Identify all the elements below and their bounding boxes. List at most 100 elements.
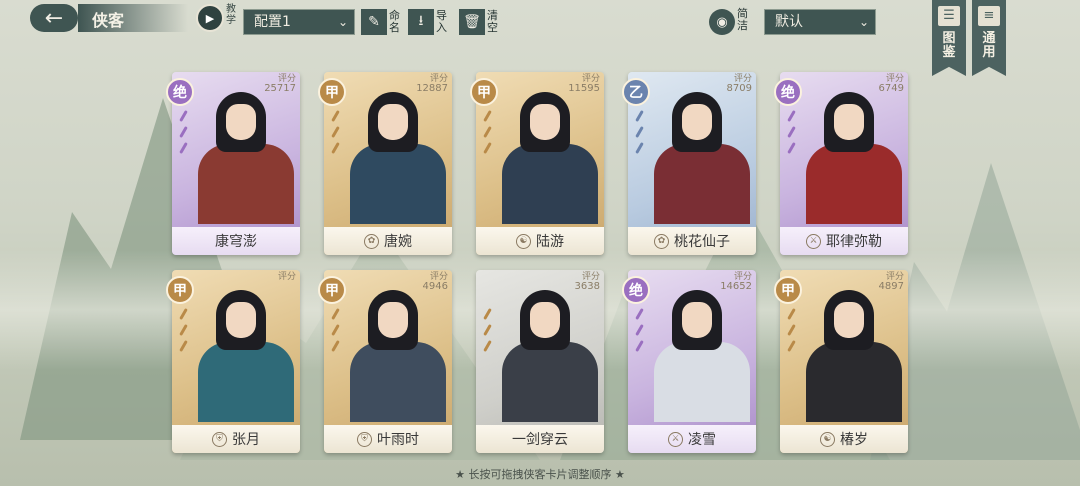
star-mark — [634, 110, 644, 122]
codex-button[interactable]: ☰ 图鉴 — [932, 0, 966, 76]
hero-card[interactable]: 评分 ⛨ 张月 甲 — [166, 270, 300, 453]
grade-badge: 绝 — [166, 78, 194, 106]
hero-card[interactable]: 评分 8709 ✿ 桃花仙子 乙 — [622, 72, 756, 255]
hero-portrait — [338, 280, 450, 422]
import-button[interactable]: ⭳ 导入 — [408, 9, 448, 35]
star-mark — [330, 126, 340, 138]
star-mark — [634, 142, 644, 154]
clear-label: 清空 — [487, 9, 498, 34]
hero-card[interactable]: 评分 6749 ⚔ 耶律弥勒 绝 — [774, 72, 908, 255]
star-marks — [632, 110, 646, 170]
back-button[interactable]: ← — [30, 4, 78, 32]
nameplate: ☯ 椿岁 — [780, 425, 908, 453]
star-marks — [176, 110, 190, 170]
hero-card[interactable]: 评分 4897 ☯ 椿岁 甲 — [774, 270, 908, 453]
trash-icon: 🗑 — [459, 9, 485, 35]
score-block: 评分 14652 — [720, 272, 752, 292]
hero-portrait — [642, 82, 754, 224]
sort-value: 默认 — [775, 14, 803, 30]
portrait-face — [834, 104, 864, 140]
portrait-body — [198, 342, 294, 422]
taiji-icon: ☯ — [516, 233, 531, 249]
grade-badge: 甲 — [774, 276, 802, 304]
simple-mode-toggle[interactable]: ◉ — [709, 9, 735, 35]
hero-portrait — [186, 82, 298, 224]
page-title: 侠客 — [92, 11, 125, 30]
score-value: 11595 — [568, 83, 600, 94]
arrow-left-icon: ← — [44, 5, 64, 31]
hero-portrait — [642, 280, 754, 422]
hero-card[interactable]: 评分 12887 ✿ 唐婉 甲 — [318, 72, 452, 255]
score-block: 评分 12887 — [416, 74, 448, 94]
hero-card[interactable]: 评分 11595 ☯ 陆游 甲 — [470, 72, 604, 255]
hero-name: 叶雨时 — [377, 432, 419, 448]
portrait-face — [226, 302, 256, 338]
hero-card[interactable]: 评分 3638 一剑穿云 — [476, 270, 604, 453]
sword-icon: ⚔ — [806, 233, 821, 249]
portrait-face — [378, 104, 408, 140]
nameplate: ⚔ 耶律弥勒 — [780, 227, 908, 255]
star-mark — [178, 126, 188, 138]
star-mark — [786, 126, 796, 138]
portrait-face — [530, 104, 560, 140]
star-mark — [482, 126, 492, 138]
star-mark — [482, 340, 492, 352]
star-mark — [482, 142, 492, 154]
nameplate: ✿ 唐婉 — [324, 227, 452, 255]
eye-icon: ◉ — [716, 14, 728, 30]
chevron-down-icon: ⌄ — [337, 15, 348, 29]
star-mark — [786, 308, 796, 320]
portrait-body — [350, 342, 446, 422]
portrait-body — [198, 144, 294, 224]
hero-name: 唐婉 — [384, 234, 412, 250]
score-block: 评分 3638 — [575, 272, 600, 292]
star-mark — [330, 142, 340, 154]
score-block: 评分 4946 — [423, 272, 448, 292]
tutorial-label: 教学 — [226, 4, 236, 26]
star-mark — [634, 308, 644, 320]
star-mark — [330, 308, 340, 320]
tutorial-button[interactable]: ▶ — [196, 4, 224, 32]
hero-portrait — [338, 82, 450, 224]
hero-card[interactable]: 评分 14652 ⚔ 凌雪 绝 — [622, 270, 756, 453]
config-select[interactable]: 配置1 ⌄ — [243, 9, 355, 35]
score-block: 评分 6749 — [879, 74, 904, 94]
hero-name: 张月 — [232, 432, 260, 448]
score-block: 评分 8709 — [727, 74, 752, 94]
nameplate: ✿ 桃花仙子 — [628, 227, 756, 255]
brush-icon: ✎ — [361, 9, 387, 35]
star-mark — [178, 308, 188, 320]
portrait-body — [806, 342, 902, 422]
nameplate: 一剑穿云 — [476, 425, 604, 453]
star-mark — [786, 142, 796, 154]
star-marks — [328, 308, 342, 368]
nameplate: ⚔ 凌雪 — [628, 425, 756, 453]
clear-button[interactable]: 🗑 清空 — [459, 9, 499, 35]
grade-badge: 甲 — [318, 78, 346, 106]
score-value: 3638 — [574, 281, 600, 292]
star-marks — [328, 110, 342, 170]
top-bar: ← 侠客 ▶ 教学 配置1 ⌄ ✎ 命名 ⭳ 导入 🗑 清空 ◉ 简洁 默认 ⌄… — [0, 0, 1080, 76]
star-mark — [786, 324, 796, 336]
star-marks — [176, 308, 190, 368]
rename-button[interactable]: ✎ 命名 — [361, 9, 401, 35]
star-mark — [482, 110, 492, 122]
general-button[interactable]: ≡ 通用 — [972, 0, 1006, 76]
hero-card[interactable]: 评分 4946 ⛨ 叶雨时 甲 — [318, 270, 452, 453]
star-mark — [330, 340, 340, 352]
sort-select[interactable]: 默认 ⌄ — [764, 9, 876, 35]
general-label: 通用 — [982, 31, 996, 60]
score-value: 14652 — [720, 281, 752, 292]
portrait-face — [834, 302, 864, 338]
portrait-face — [226, 104, 256, 140]
star-marks — [632, 308, 646, 368]
play-icon: ▶ — [205, 11, 215, 25]
hero-card[interactable]: 评分 25717 康穹澎 绝 — [166, 72, 300, 255]
codex-label: 图鉴 — [942, 31, 956, 60]
star-marks — [784, 110, 798, 170]
score-value: 25717 — [264, 83, 296, 94]
import-label: 导入 — [436, 9, 447, 34]
star-marks — [480, 308, 494, 368]
hero-portrait — [490, 280, 602, 422]
lotus-icon: ✿ — [654, 233, 669, 249]
